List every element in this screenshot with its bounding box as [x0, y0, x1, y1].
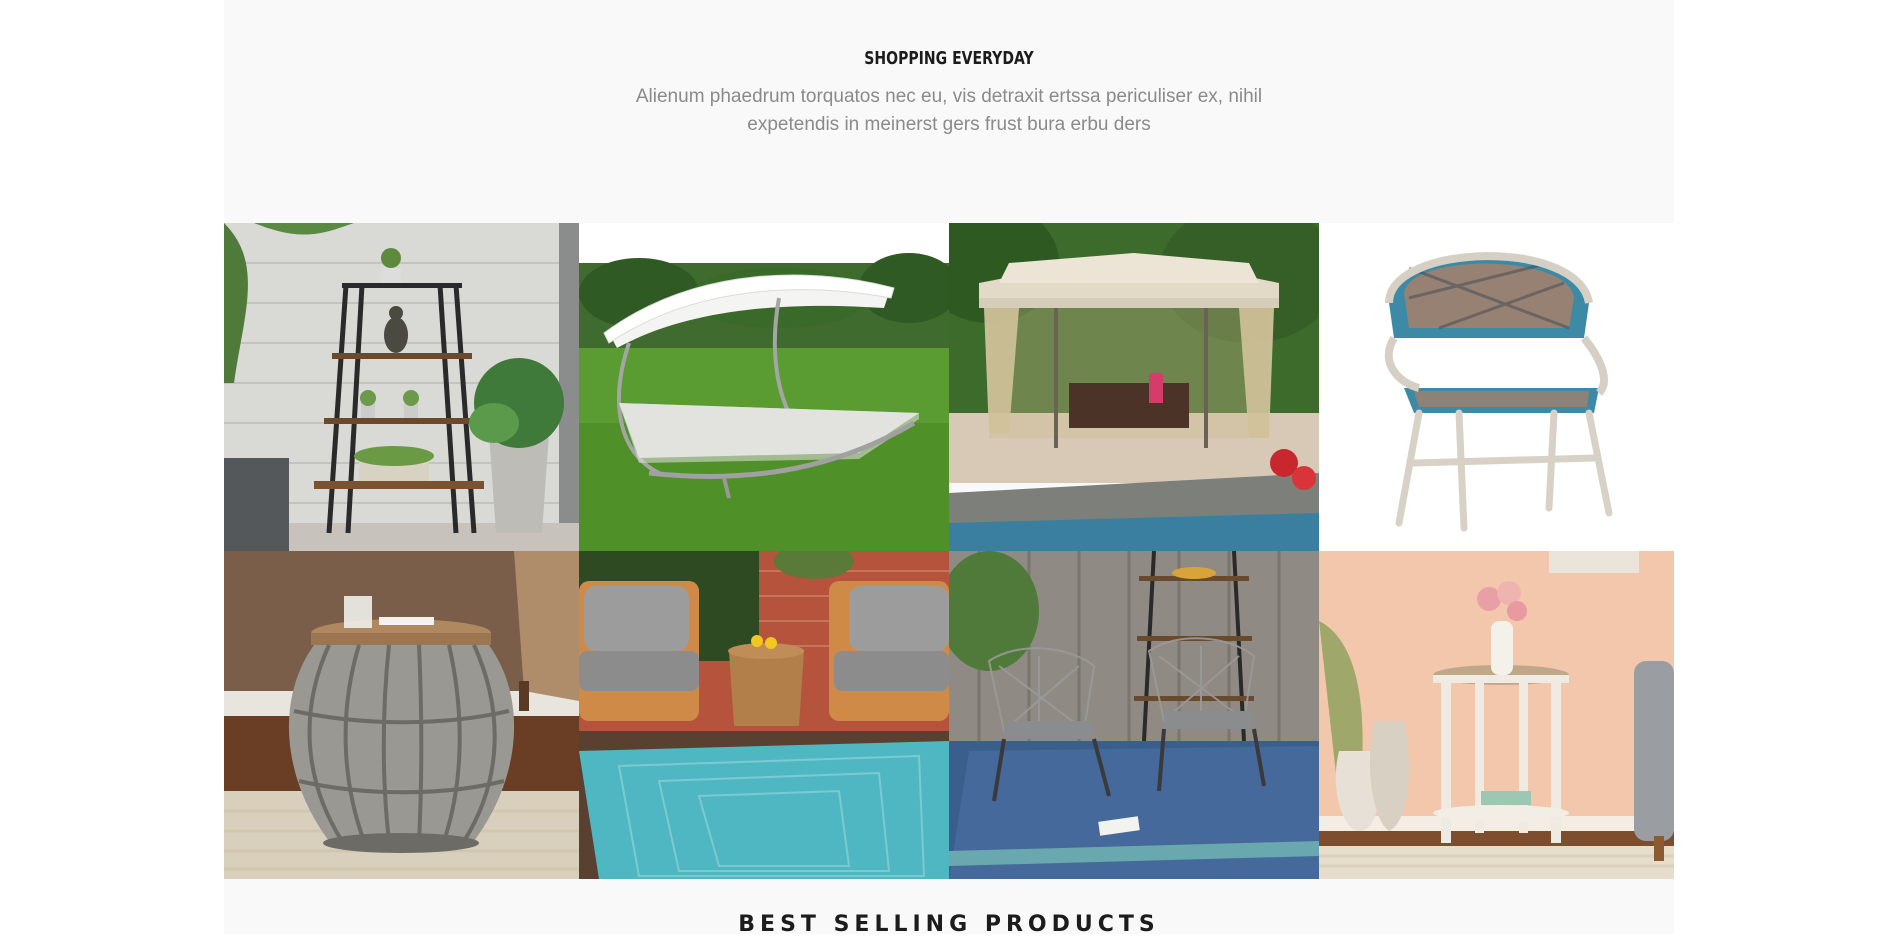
rope-chairs-image	[949, 551, 1319, 879]
gallery-item-rope-chairs[interactable]	[949, 551, 1319, 879]
best-selling-title: BEST SELLING PRODUCTS	[738, 912, 1160, 937]
barrel-table-image	[224, 551, 579, 879]
intro-description: Alienum phaedrum torquatos nec eu, vis d…	[635, 86, 1263, 135]
gazebo-image	[949, 223, 1319, 551]
end-table-image	[1319, 551, 1674, 879]
intro-title: SHOPPING EVERYDAY	[864, 48, 1034, 69]
page-container: SHOPPING EVERYDAY Alienum phaedrum torqu…	[224, 0, 1674, 937]
gallery-item-club-chairs[interactable]	[579, 551, 949, 879]
bistro-chair-image	[1319, 223, 1674, 551]
plant-shelf-image	[224, 223, 579, 551]
gallery-item-barrel-table[interactable]	[224, 551, 579, 879]
gallery-item-gazebo[interactable]	[949, 223, 1319, 551]
gallery-item-plant-shelf[interactable]	[224, 223, 579, 551]
club-chairs-image	[579, 551, 949, 879]
canopy-lounger-image	[579, 223, 949, 551]
gallery-item-bistro-chair[interactable]	[1319, 223, 1674, 551]
gallery-item-canopy-lounger[interactable]	[579, 223, 949, 551]
product-gallery	[224, 223, 1674, 879]
gallery-item-end-table[interactable]	[1319, 551, 1674, 879]
intro-section: SHOPPING EVERYDAY Alienum phaedrum torqu…	[224, 0, 1674, 223]
